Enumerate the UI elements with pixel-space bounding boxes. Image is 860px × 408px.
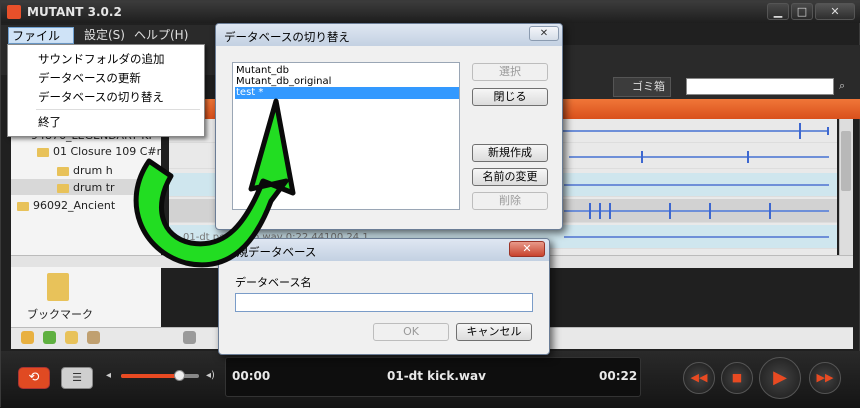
waveform: [599, 203, 601, 219]
waveform: [769, 203, 771, 219]
time-total: 00:22: [599, 369, 638, 383]
folder-icon: [17, 201, 29, 211]
tree-item-label: drum tr: [73, 181, 115, 194]
tree-item[interactable]: 96092_Ancient: [17, 199, 115, 212]
fast-forward-button[interactable]: ▶▶: [809, 362, 841, 394]
rewind-icon: ◀◀: [690, 371, 708, 384]
folder-icon[interactable]: [65, 331, 78, 344]
tree-item[interactable]: 01 Closure 109 C#m: [37, 145, 167, 158]
tree-item-label: 96092_Ancient: [33, 199, 116, 212]
volume-knob[interactable]: [173, 370, 185, 381]
rename-button[interactable]: 名前の変更: [472, 168, 548, 186]
waveform: [549, 130, 829, 132]
app-logo-icon: [7, 5, 21, 19]
close-window-button[interactable]: ✕: [815, 3, 855, 20]
tab-trash[interactable]: ゴミ箱: [613, 77, 671, 97]
tree-item[interactable]: drum h: [57, 164, 113, 177]
menu-item-update-database[interactable]: データベースの更新: [38, 70, 141, 86]
time-elapsed: 00:00: [232, 369, 271, 383]
title-bar: MUTANT 3.0.2 ▁ □ ✕: [1, 1, 860, 23]
cancel-button[interactable]: キャンセル: [456, 323, 532, 341]
tree-item[interactable]: drum tr: [57, 181, 115, 194]
dialog-title-bar: データベースの切り替え ✕: [216, 24, 562, 46]
tree-item-label: drum h: [73, 164, 113, 177]
new-database-button[interactable]: 新規作成: [472, 144, 548, 162]
menu-settings[interactable]: 設定(S): [81, 27, 128, 44]
list-icon: ☰: [72, 371, 82, 384]
close-button[interactable]: 閉じる: [472, 88, 548, 106]
select-button[interactable]: 選択: [472, 63, 548, 81]
waveform: [827, 127, 829, 135]
menu-bar: ファイル(F) 設定(S) ヘルプ(H): [1, 25, 215, 59]
loop-button[interactable]: ⟲: [18, 367, 50, 389]
ok-button[interactable]: OK: [373, 323, 449, 341]
database-list-item-selected[interactable]: test *: [235, 87, 459, 99]
app-title: MUTANT 3.0.2: [27, 5, 122, 19]
stop-icon: ■: [731, 371, 743, 384]
maximize-button[interactable]: □: [791, 3, 813, 20]
play-icon: ▶: [773, 367, 787, 388]
waveform: [709, 203, 711, 219]
database-list: Mutant_db Mutant_db_original test *: [232, 62, 460, 210]
waveform: [569, 156, 829, 158]
attach-icon[interactable]: [183, 331, 196, 344]
search-icon[interactable]: ⌕: [839, 79, 845, 93]
menu-item-exit[interactable]: 終了: [38, 114, 61, 130]
menu-item-switch-database[interactable]: データベースの切り替え: [38, 89, 164, 105]
dialog-close-button[interactable]: ✕: [509, 241, 545, 257]
new-folder-icon[interactable]: [43, 331, 56, 344]
waveform: [564, 184, 829, 186]
waveform: [641, 151, 643, 163]
playlist-button[interactable]: ☰: [61, 367, 93, 389]
menu-item-add-sound-folder[interactable]: サウンドフォルダの追加: [38, 51, 165, 67]
folder-icon: [57, 183, 69, 193]
fast-forward-icon: ▶▶: [816, 371, 834, 384]
folder-icon: [57, 166, 69, 176]
loop-icon: ⟲: [28, 370, 40, 385]
stop-button[interactable]: ■: [721, 362, 753, 394]
waveform: [669, 203, 671, 219]
database-name-label: データベース名: [235, 276, 312, 289]
waveform: [564, 236, 829, 238]
waveform: [609, 203, 611, 219]
volume-low-icon: ◂: [106, 370, 112, 381]
bookmark-folder-icon[interactable]: [47, 273, 69, 301]
dialog-title: データベースの切り替え: [224, 30, 350, 44]
volume-fill: [121, 374, 179, 378]
add-icon[interactable]: [21, 331, 34, 344]
dialog-title-bar: 新規データベース ✕: [219, 239, 549, 261]
volume-high-icon: ◂): [206, 370, 215, 381]
database-name-input[interactable]: [235, 293, 533, 312]
waveform: [564, 210, 829, 212]
menu-help[interactable]: ヘルプ(H): [131, 27, 191, 44]
new-database-dialog: 新規データベース ✕ データベース名 OK キャンセル: [218, 238, 550, 355]
settings-icon[interactable]: [87, 331, 100, 344]
menu-separator: [36, 109, 200, 110]
tree-item-label: 01 Closure 109 C#m: [53, 145, 168, 158]
minimize-button[interactable]: ▁: [767, 3, 789, 20]
bookmark-label: ブックマーク: [27, 308, 93, 321]
track-name: 01-dt kick.wav: [387, 369, 486, 383]
waveform: [589, 203, 591, 219]
file-menu-dropdown: サウンドフォルダの追加 データベースの更新 データベースの切り替え 終了: [7, 44, 205, 137]
dialog-title: 新規データベース: [225, 245, 317, 259]
dialog-close-button[interactable]: ✕: [529, 26, 559, 41]
waveform: [747, 151, 749, 163]
switch-database-dialog: データベースの切り替え ✕ Mutant_db Mutant_db_origin…: [215, 23, 563, 230]
menu-file[interactable]: ファイル(F): [8, 27, 74, 59]
delete-button[interactable]: 削除: [472, 192, 548, 210]
waveform: [799, 123, 801, 139]
app-window: MUTANT 3.0.2 ▁ □ ✕ ファイル(F) 設定(S) ヘルプ(H) …: [0, 0, 860, 408]
play-button[interactable]: ▶: [759, 357, 801, 399]
trash-tab-label: ゴミ箱: [632, 80, 665, 93]
folder-tree: 94876_LEGENDARY KI 01 Closure 109 C#m dr…: [11, 129, 167, 267]
search-input[interactable]: [686, 78, 834, 95]
rewind-button[interactable]: ◀◀: [683, 362, 715, 394]
folder-icon: [37, 147, 49, 157]
scrollbar-thumb[interactable]: [841, 131, 851, 191]
